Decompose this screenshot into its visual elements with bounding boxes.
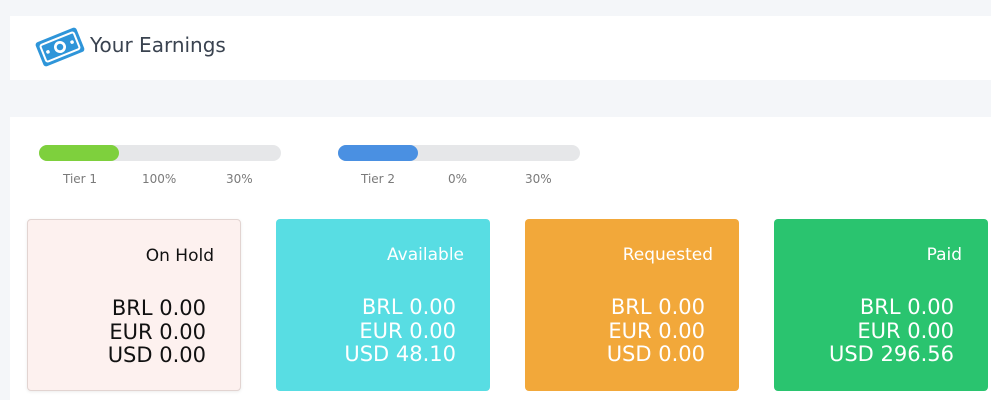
requested-card: Requested BRL 0.00 EUR 0.00 USD 0.00 xyxy=(525,219,739,391)
tier-rate: 30% xyxy=(525,172,552,186)
card-title: Available xyxy=(387,245,464,265)
tier-rate: 30% xyxy=(226,172,253,186)
on-hold-card: On Hold BRL 0.00 EUR 0.00 USD 0.00 xyxy=(27,219,241,391)
tier-progress-value: 0% xyxy=(448,172,468,186)
card-title: On Hold xyxy=(145,246,214,266)
amount-brl: BRL 0.00 xyxy=(610,295,705,319)
page-title: Your Earnings xyxy=(90,33,226,57)
tier-progress-track xyxy=(39,145,281,161)
amount-eur: EUR 0.00 xyxy=(359,318,456,343)
tier-progress-fill xyxy=(39,145,119,161)
amount-usd: USD 0.00 xyxy=(107,343,206,367)
card-amounts: BRL 0.00 EUR 0.00 USD 0.00 xyxy=(107,296,206,368)
amount-brl: BRL 0.00 xyxy=(361,295,456,319)
tier-progress-track xyxy=(338,145,580,161)
card-amounts: BRL 0.00 EUR 0.00 USD 296.56 xyxy=(828,295,954,367)
available-card: Available BRL 0.00 EUR 0.00 USD 48.10 xyxy=(276,219,490,391)
amount-usd: USD 296.56 xyxy=(828,342,954,366)
amount-eur: EUR 0.00 xyxy=(608,318,705,343)
amount-brl: BRL 0.00 xyxy=(859,295,954,319)
money-bill-icon xyxy=(35,27,85,67)
card-amounts: BRL 0.00 EUR 0.00 USD 0.00 xyxy=(606,295,705,367)
tier-progress-fill xyxy=(338,145,418,161)
earnings-header: Your Earnings xyxy=(10,16,991,80)
amount-brl: BRL 0.00 xyxy=(111,296,206,320)
paid-card: Paid BRL 0.00 EUR 0.00 USD 296.56 xyxy=(774,219,988,391)
amount-eur: EUR 0.00 xyxy=(109,319,206,344)
tier-name: Tier 2 xyxy=(361,172,396,186)
card-title: Requested xyxy=(622,245,713,265)
tier-progress-value: 100% xyxy=(142,172,177,186)
tier-name: Tier 1 xyxy=(63,172,98,186)
card-amounts: BRL 0.00 EUR 0.00 USD 48.10 xyxy=(344,295,456,367)
tier-2-progress: Tier 2 0% 30% xyxy=(338,145,580,195)
amount-eur: EUR 0.00 xyxy=(857,318,954,343)
amount-usd: USD 48.10 xyxy=(344,342,456,366)
tier-1-progress: Tier 1 100% 30% xyxy=(39,145,281,195)
card-title: Paid xyxy=(926,245,962,265)
amount-usd: USD 0.00 xyxy=(606,342,705,366)
earnings-panel: Tier 1 100% 30% Tier 2 0% 30% On Hold BR… xyxy=(10,117,991,400)
